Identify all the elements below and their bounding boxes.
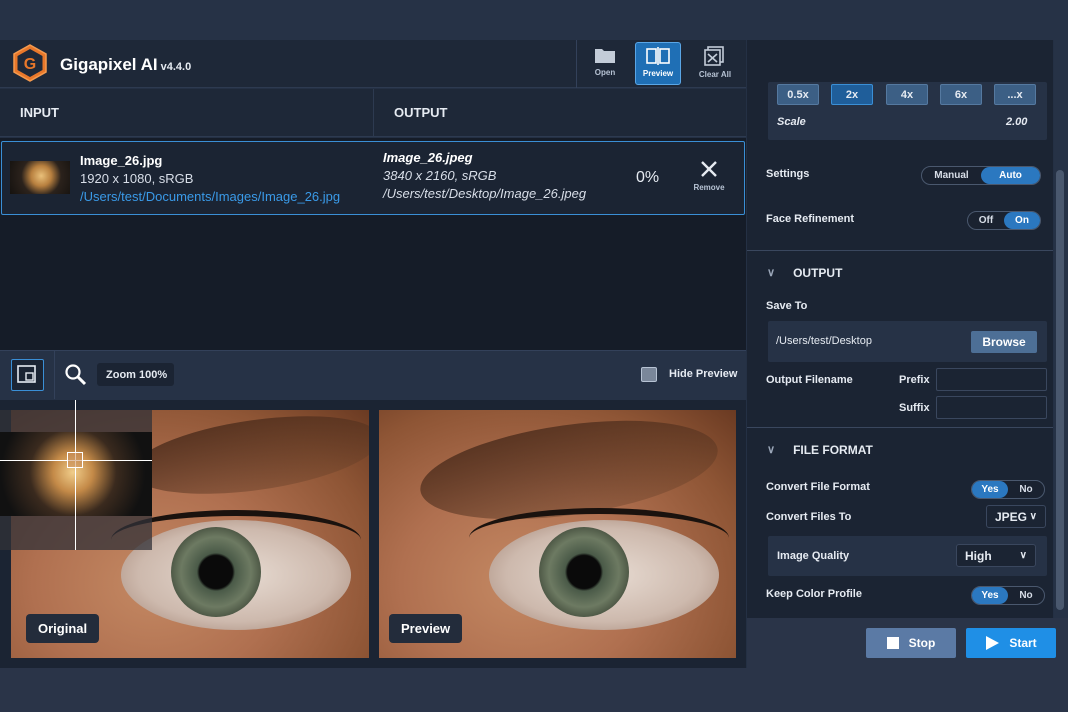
scale-option-custom[interactable]: ...x	[994, 84, 1036, 105]
suffix-input[interactable]	[936, 396, 1047, 419]
convert-to-value: JPEG	[995, 509, 1028, 524]
app-name: Gigapixel AI	[60, 55, 158, 74]
navigator-thumbnail	[0, 432, 152, 516]
start-label: Start	[1009, 636, 1037, 650]
keep-yes-option[interactable]: Yes	[972, 587, 1008, 604]
progress-text: 0%	[636, 169, 660, 186]
chevron-down-icon: ∨	[1019, 550, 1027, 561]
output-section-header[interactable]: ∨ OUTPUT	[747, 250, 1053, 294]
suffix-label: Suffix	[899, 402, 930, 414]
settings-auto-option[interactable]: Auto	[981, 167, 1040, 184]
image-quality-label: Image Quality	[777, 550, 850, 562]
scale-value: 2.00	[1006, 116, 1028, 128]
image-quality-value: High	[965, 548, 992, 563]
preview-label-badge: Preview	[389, 614, 463, 643]
save-to-label: Save To	[766, 300, 808, 312]
face-on-option[interactable]: On	[1004, 212, 1040, 229]
split-view-icon	[646, 47, 670, 65]
prefix-label: Prefix	[899, 374, 930, 386]
remove-button[interactable]: Remove	[690, 160, 728, 200]
scale-option-2x[interactable]: 2x	[831, 84, 873, 105]
toolbar-divider	[576, 40, 577, 88]
crosshair-vertical	[75, 400, 76, 550]
output-column-header: OUTPUT	[374, 89, 746, 137]
scale-option-0-5x[interactable]: 0.5x	[777, 84, 819, 105]
preview-iris	[539, 527, 629, 617]
face-refinement-toggle[interactable]: Off On	[967, 211, 1041, 230]
scale-option-4x[interactable]: 4x	[886, 84, 928, 105]
preview-toolbar-divider	[54, 351, 55, 399]
input-path-link[interactable]: /Users/test/Documents/Images/Image_26.jp…	[80, 189, 340, 204]
input-column-header: INPUT	[0, 89, 373, 137]
original-iris	[171, 527, 261, 617]
prefix-input[interactable]	[936, 368, 1047, 391]
browse-button[interactable]: Browse	[971, 331, 1037, 353]
folder-icon	[595, 49, 615, 63]
clear-all-icon	[704, 46, 724, 66]
app-version: v4.4.0	[160, 61, 192, 73]
clear-all-label: Clear All	[698, 70, 732, 79]
navigator-icon	[17, 365, 36, 383]
image-quality-select[interactable]: High ∨	[956, 544, 1036, 567]
open-label: Open	[594, 68, 616, 77]
face-off-option[interactable]: Off	[968, 212, 1004, 229]
file-format-section-header[interactable]: ∨ FILE FORMAT	[747, 427, 1053, 471]
file-format-section-title: FILE FORMAT	[793, 442, 873, 457]
convert-to-select[interactable]: JPEG ∨	[986, 505, 1046, 528]
face-refinement-label: Face Refinement	[766, 213, 855, 225]
scale-option-6x[interactable]: 6x	[940, 84, 982, 105]
chevron-down-icon: ∨	[767, 444, 776, 456]
sidebar-scroll-thumb[interactable]	[1056, 170, 1064, 610]
chevron-down-icon: ∨	[1029, 511, 1037, 522]
settings-label: Settings	[766, 168, 810, 180]
output-path: /Users/test/Desktop/Image_26.jpeg	[383, 186, 587, 201]
output-dimensions: 3840 x 2160, sRGB	[383, 168, 497, 183]
preview-button[interactable]: Preview	[635, 42, 681, 85]
convert-yes-option[interactable]: Yes	[972, 481, 1008, 498]
gigapixel-logo-icon: G	[13, 44, 47, 82]
zoom-icon[interactable]	[64, 363, 88, 387]
keep-no-option[interactable]: No	[1008, 587, 1044, 604]
convert-format-label: Convert File Format	[766, 481, 870, 493]
save-to-path: /Users/test/Desktop	[776, 335, 872, 347]
original-label: Original	[26, 614, 100, 643]
start-button[interactable]: Start	[966, 628, 1056, 658]
navigator-handle[interactable]	[67, 452, 83, 468]
settings-manual-option[interactable]: Manual	[922, 167, 981, 184]
output-section-title: OUTPUT	[793, 265, 843, 280]
bottom-bar	[0, 668, 1068, 712]
close-icon	[701, 161, 717, 177]
svg-text:G: G	[24, 56, 36, 73]
output-filename: Image_26.jpeg	[383, 150, 473, 165]
input-filename: Image_26.jpg	[80, 153, 163, 168]
window-top-strip	[0, 0, 1068, 40]
play-icon	[986, 636, 1000, 650]
convert-format-toggle[interactable]: Yes No	[971, 480, 1045, 499]
remove-label: Remove	[693, 183, 725, 192]
scale-label: Scale	[777, 116, 806, 128]
navigator-toggle-button[interactable]	[11, 359, 44, 391]
settings-mode-toggle[interactable]: Manual Auto	[921, 166, 1041, 185]
convert-no-option[interactable]: No	[1008, 481, 1044, 498]
preview-label: Preview	[642, 69, 674, 78]
app-title: Gigapixel AI v4.4.0	[60, 55, 191, 75]
open-button[interactable]: Open	[582, 42, 628, 85]
input-dimensions: 1920 x 1080, sRGB	[80, 171, 194, 186]
zoom-dropdown[interactable]: Zoom 100%	[97, 363, 174, 386]
stop-button[interactable]: Stop	[866, 628, 956, 658]
keep-color-profile-toggle[interactable]: Yes No	[971, 586, 1045, 605]
file-thumbnail	[10, 161, 70, 194]
keep-color-profile-label: Keep Color Profile	[766, 588, 862, 600]
stop-icon	[886, 637, 899, 649]
stop-label: Stop	[908, 636, 936, 650]
convert-to-label: Convert Files To	[766, 511, 852, 523]
zoom-value: Zoom 100%	[106, 368, 168, 381]
hide-preview-label[interactable]: Hide Preview	[669, 368, 737, 380]
chevron-down-icon: ∨	[767, 267, 776, 279]
output-filename-label: Output Filename	[766, 374, 853, 386]
hide-preview-checkbox[interactable]	[641, 367, 657, 382]
clear-all-button[interactable]: Clear All	[692, 42, 738, 85]
